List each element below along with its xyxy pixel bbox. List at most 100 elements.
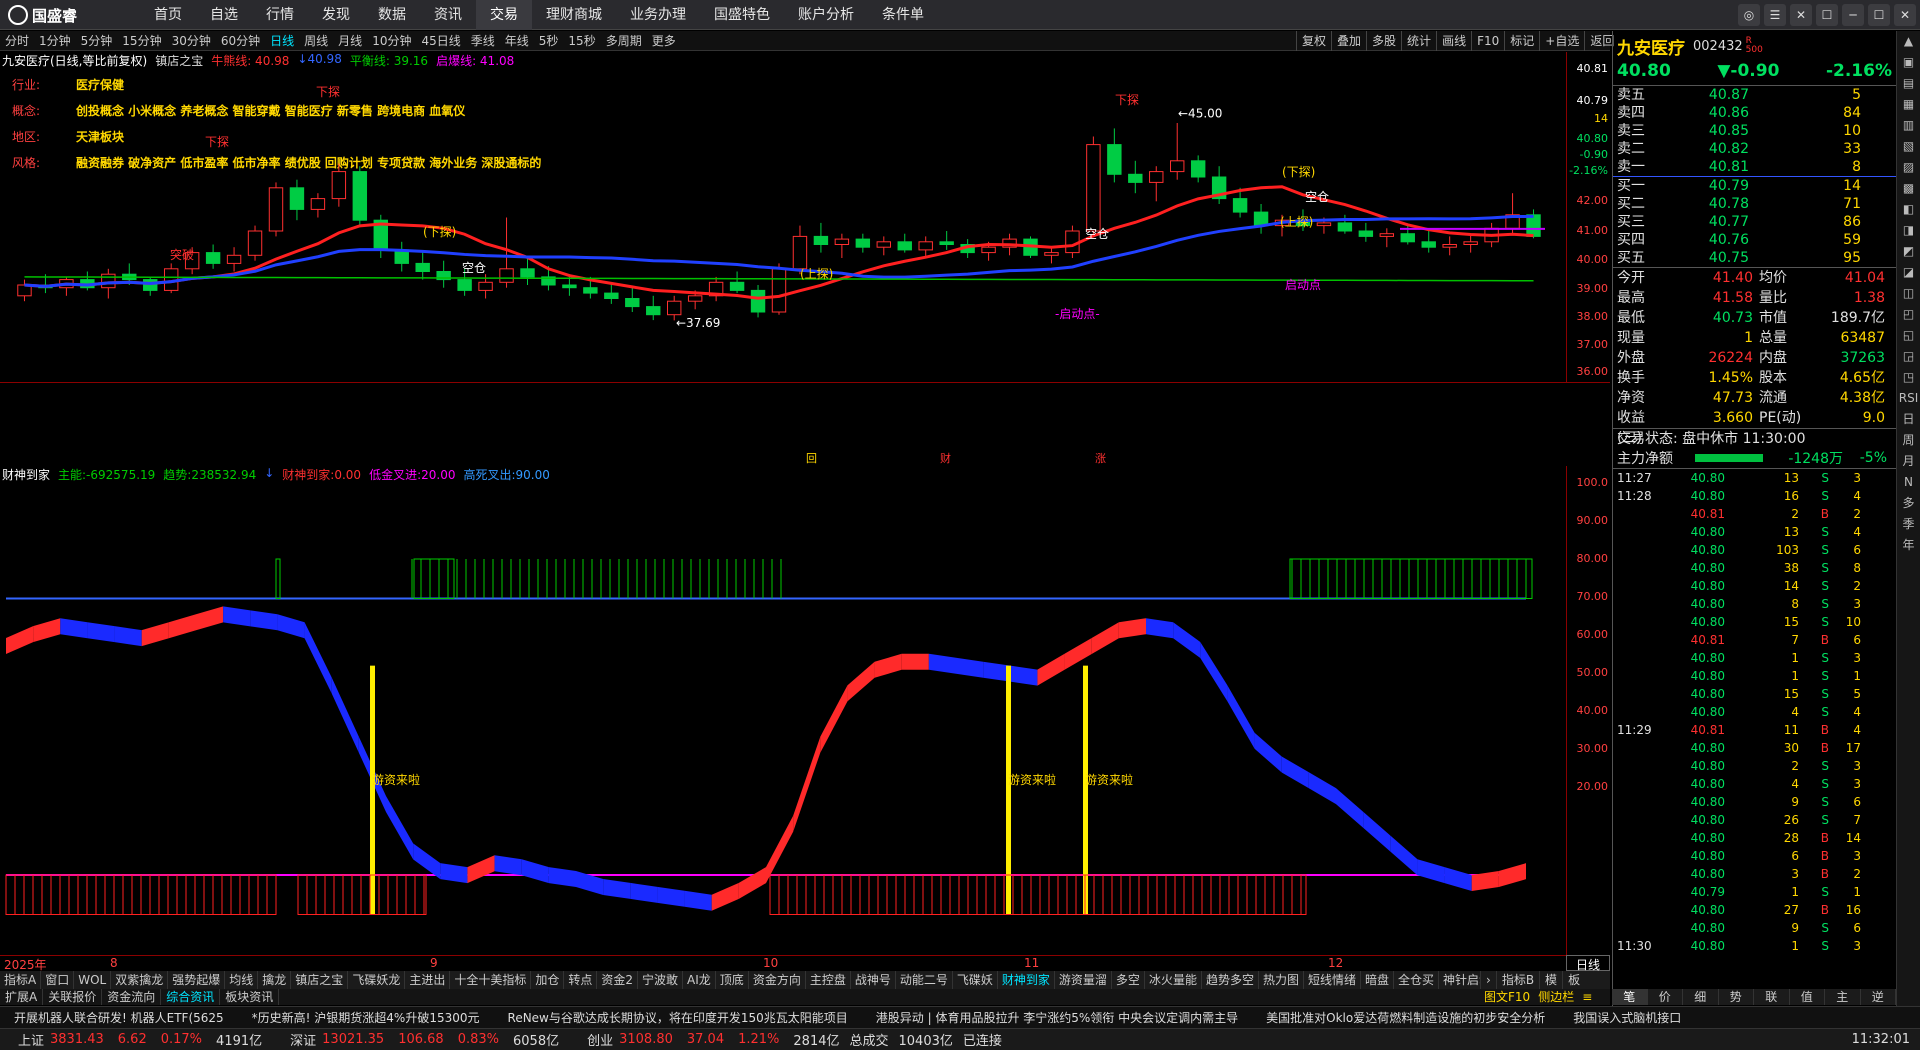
tick-list[interactable]: 11:27 40.80 13 S 3 11:28 40.80 16 S 4 40.81 2 B 2 40.8… <box>1613 468 1896 955</box>
extension-tab-right-1[interactable]: 侧边栏 <box>1534 989 1578 1005</box>
period-8[interactable]: 月线 <box>333 32 367 49</box>
indicator-tab-25[interactable]: 冰火量能 <box>1145 971 1202 989</box>
indicator-tab-6[interactable]: 擒龙 <box>258 971 292 989</box>
period-10[interactable]: 45日线 <box>416 32 465 49</box>
indicator-tab-1[interactable]: 窗口 <box>41 971 75 989</box>
indicator-chart[interactable]: 游资来啦 游资来啦 游资来啦 <box>0 480 1566 955</box>
side-tool-0-icon[interactable]: ▲ <box>1897 31 1920 52</box>
side-tool-15-icon[interactable]: ◲ <box>1897 346 1920 367</box>
period-11[interactable]: 季线 <box>466 32 500 49</box>
indicator-tab-13[interactable]: 资金2 <box>597 971 639 989</box>
period-7[interactable]: 周线 <box>299 32 333 49</box>
indicator-tab-27[interactable]: 热力图 <box>1259 971 1304 989</box>
indicator-tab-23[interactable]: 游资量溜 <box>1055 971 1112 989</box>
side-tool-24-icon[interactable]: 年 <box>1897 535 1920 556</box>
indicator-tab-16[interactable]: 顶底 <box>716 971 749 989</box>
news-item[interactable]: 港股异动 | 体育用品股拉升 李宁涨约5%领衔 中央会议定调内需主导 <box>862 1007 1252 1028</box>
menu-item-3[interactable]: 发现 <box>308 0 364 30</box>
indicator-tab-right-1[interactable]: 指标B <box>1495 971 1539 989</box>
side-tool-7-icon[interactable]: ▩ <box>1897 178 1920 199</box>
quote-tab-7[interactable]: 逆 <box>1861 989 1896 1005</box>
period-4[interactable]: 30分钟 <box>167 32 216 49</box>
event-marker-2[interactable]: 涨 <box>1095 450 1106 466</box>
menu-item-0[interactable]: 首页 <box>140 0 196 30</box>
period-12[interactable]: 年线 <box>500 32 534 49</box>
tool-7[interactable]: +自选 <box>1539 31 1584 51</box>
index-name[interactable]: 上证 <box>18 1030 44 1049</box>
window-button-3-icon[interactable]: ☐ <box>1816 4 1838 26</box>
side-tool-12-icon[interactable]: ◫ <box>1897 283 1920 304</box>
x-axis-mode[interactable]: 日线 <box>1566 955 1610 972</box>
side-tool-17-icon[interactable]: RSI <box>1897 388 1920 409</box>
menu-item-8[interactable]: 业务办理 <box>616 0 700 30</box>
quote-tab-4[interactable]: 联 <box>1754 989 1790 1005</box>
tool-1[interactable]: 叠加 <box>1331 31 1366 51</box>
side-tool-10-icon[interactable]: ◩ <box>1897 241 1920 262</box>
window-button-6-icon[interactable]: ✕ <box>1894 4 1916 26</box>
side-tool-23-icon[interactable]: 季 <box>1897 514 1920 535</box>
indicator-tab-29[interactable]: 暗盘 <box>1361 971 1395 989</box>
indicator-tab-17[interactable]: 资金方向 <box>749 971 806 989</box>
period-16[interactable]: 更多 <box>647 32 681 49</box>
menu-item-11[interactable]: 条件单 <box>868 0 938 30</box>
window-button-5-icon[interactable]: ☐ <box>1868 4 1890 26</box>
period-3[interactable]: 15分钟 <box>117 32 166 49</box>
indicator-tab-19[interactable]: 战神号 <box>851 971 896 989</box>
tool-3[interactable]: 统计 <box>1401 31 1436 51</box>
side-tool-4-icon[interactable]: ▥ <box>1897 115 1920 136</box>
indicator-tab-12[interactable]: 转点 <box>564 971 598 989</box>
side-tool-1-icon[interactable]: ▣ <box>1897 52 1920 73</box>
tool-2[interactable]: 多股 <box>1366 31 1401 51</box>
indicator-tab-3[interactable]: 双紫擒龙 <box>111 971 169 989</box>
indicator-tab-5[interactable]: 均线 <box>225 971 259 989</box>
quote-tab-6[interactable]: 主 <box>1825 989 1861 1005</box>
indicator-tab-14[interactable]: 宁波敢 <box>638 971 684 989</box>
menu-item-1[interactable]: 自选 <box>196 0 252 30</box>
window-button-4-icon[interactable]: ─ <box>1842 4 1864 26</box>
window-button-0-icon[interactable]: ◎ <box>1738 4 1760 26</box>
period-0[interactable]: 分时 <box>0 32 34 49</box>
indicator-tab-right-0[interactable]: › <box>1480 971 1496 989</box>
indicator-tab-9[interactable]: 主进出 <box>405 971 451 989</box>
side-tool-16-icon[interactable]: ◳ <box>1897 367 1920 388</box>
news-item[interactable]: *历史新高! 沪银期货涨超4%升破15300元 <box>238 1007 494 1028</box>
menu-item-9[interactable]: 国盛特色 <box>700 0 784 30</box>
side-tool-3-icon[interactable]: ▦ <box>1897 94 1920 115</box>
indicator-tab-30[interactable]: 全仓买 <box>1394 971 1440 989</box>
window-button-2-icon[interactable]: ✕ <box>1790 4 1812 26</box>
menu-item-6[interactable]: 交易 <box>476 0 532 30</box>
extension-tab-3[interactable]: 综合资讯 <box>161 989 221 1005</box>
indicator-tab-21[interactable]: 飞碟妖 <box>953 971 998 989</box>
indicator-tab-right-3[interactable]: 板 <box>1562 971 1585 989</box>
side-tool-9-icon[interactable]: ◨ <box>1897 220 1920 241</box>
indicator-tab-22[interactable]: 财神到家 <box>998 971 1055 989</box>
indicator-tab-10[interactable]: 十全十美指标 <box>450 971 532 989</box>
period-13[interactable]: 5秒 <box>534 32 564 49</box>
side-tool-14-icon[interactable]: ◱ <box>1897 325 1920 346</box>
indicator-tab-24[interactable]: 多空 <box>1112 971 1145 989</box>
side-tool-19-icon[interactable]: 周 <box>1897 430 1920 451</box>
side-tool-2-icon[interactable]: ▤ <box>1897 73 1920 94</box>
side-tool-20-icon[interactable]: 月 <box>1897 451 1920 472</box>
side-tool-5-icon[interactable]: ▧ <box>1897 136 1920 157</box>
news-item[interactable]: 美国批准对Oklo爱达荷燃料制造设施的初步安全分析 <box>1252 1007 1559 1028</box>
quote-tab-2[interactable]: 细 <box>1683 989 1719 1005</box>
side-tool-21-icon[interactable]: N <box>1897 472 1920 493</box>
menu-item-2[interactable]: 行情 <box>252 0 308 30</box>
side-tool-13-icon[interactable]: ◰ <box>1897 304 1920 325</box>
news-item[interactable]: ReNew与谷歌达成长期协议，将在印度开发150兆瓦太阳能项目 <box>494 1007 862 1028</box>
indicator-tab-15[interactable]: AI龙 <box>683 971 716 989</box>
index-name[interactable]: 创业 <box>587 1030 613 1049</box>
tool-5[interactable]: F10 <box>1471 31 1504 51</box>
event-marker-0[interactable]: 回 <box>806 450 817 466</box>
extension-tab-1[interactable]: 关联报价 <box>43 989 103 1005</box>
quote-tab-3[interactable]: 势 <box>1719 989 1754 1005</box>
menu-item-4[interactable]: 数据 <box>364 0 420 30</box>
candlestick-chart[interactable]: ←45.00←37.69下探下探下探(下探)(下探)(上探)(上探)空仓空仓空仓… <box>0 66 1566 382</box>
menu-item-7[interactable]: 理财商城 <box>532 0 616 30</box>
news-item[interactable]: 开展机器人联合研发! 机器人ETF(5625 <box>0 1007 238 1028</box>
extension-tab-2[interactable]: 资金流向 <box>102 989 162 1005</box>
period-2[interactable]: 5分钟 <box>76 32 118 49</box>
indicator-tab-8[interactable]: 飞碟妖龙 <box>348 971 406 989</box>
extension-tab-right-0[interactable]: 图文F10 <box>1480 989 1534 1005</box>
